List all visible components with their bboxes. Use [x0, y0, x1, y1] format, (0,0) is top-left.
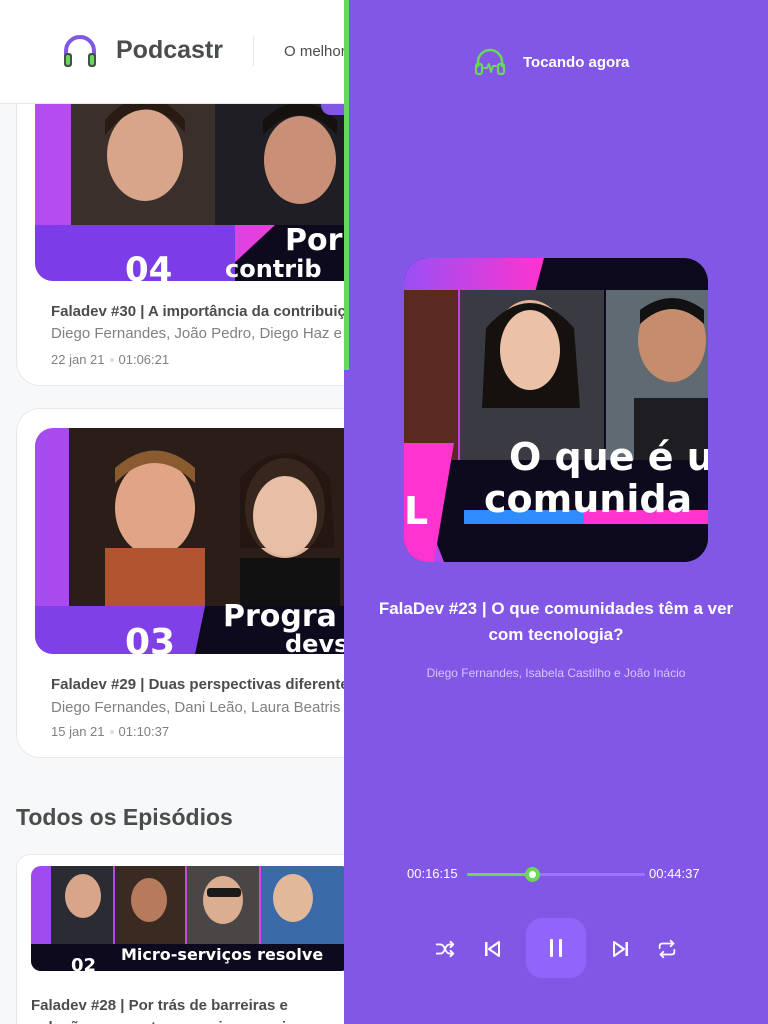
slider-handle[interactable]	[524, 867, 540, 882]
svg-text:03: 03	[125, 622, 175, 654]
player-controls	[344, 918, 768, 980]
episode-meta: 22 jan 21 01:06:21	[51, 352, 169, 367]
section-title: Todos os Episódios	[16, 804, 233, 830]
previous-icon	[485, 941, 500, 957]
episode-thumbnail[interactable]: Progra devs 03	[35, 428, 344, 654]
svg-text:Micro-serviços resolve: Micro-serviços resolve	[121, 945, 323, 964]
header-divider	[253, 36, 254, 66]
current-time: 00:16:15	[407, 866, 458, 881]
now-playing-members: Diego Fernandes, Isabela Castilho e João…	[426, 666, 686, 680]
separator-dot	[109, 729, 114, 734]
svg-text:L: L	[404, 489, 428, 533]
episode-title[interactable]: Faladev #28 | Por trás de barreiras e so…	[31, 995, 331, 1024]
episode-date: 22 jan 21	[51, 352, 105, 367]
episode-title[interactable]: Faladev #30 | A importância da contribui…	[51, 303, 344, 320]
total-duration: 00:44:37	[649, 866, 700, 881]
player-accent-bar	[344, 0, 349, 370]
shuffle-button[interactable]	[429, 933, 461, 965]
player-header: Tocando agora	[344, 44, 768, 80]
episode-title[interactable]: Faladev #29 | Duas perspectivas diferent…	[51, 676, 344, 693]
headphones-icon	[64, 35, 96, 67]
player-panel: Tocando agora O que é u comunida L FalaD…	[344, 0, 768, 1024]
episode-members: Diego Fernandes, João Pedro, Diego Haz e…	[51, 325, 344, 342]
headphones-playing-icon	[474, 48, 506, 76]
main-content[interactable]: Por contrib 04 Faladev #30 | A importânc…	[0, 104, 344, 1024]
svg-text:comunida: comunida	[484, 477, 692, 521]
previous-button[interactable]	[476, 933, 508, 965]
episode-thumbnail[interactable]: Por contrib 04	[35, 104, 344, 281]
episode-date: 15 jan 21	[51, 724, 105, 739]
app-header: Podcastr O melhor para você ouvir, sempr…	[0, 0, 510, 104]
svg-text:O que é u: O que é u	[509, 435, 708, 479]
latest-episode-card[interactable]: Por contrib 04 Faladev #30 | A importânc…	[16, 104, 344, 386]
episode-list-item[interactable]: Micro-serviços resolve 02 Faladev #28 | …	[16, 854, 344, 1024]
svg-text:Por: Por	[285, 223, 343, 258]
now-playing-title: FalaDev #23 | O que comunidades têm a ve…	[378, 599, 734, 644]
shuffle-icon	[435, 940, 455, 958]
episode-meta: 15 jan 21 01:10:37	[51, 724, 169, 739]
episode-duration: 01:10:37	[118, 724, 170, 739]
latest-episode-card[interactable]: Progra devs 03 Faladev #29 | Duas perspe…	[16, 408, 344, 758]
app-logo-text: Podcastr	[116, 36, 223, 64]
svg-text:Progra: Progra	[223, 599, 337, 634]
play-pause-button[interactable]	[526, 918, 586, 978]
progress-slider[interactable]	[467, 867, 645, 882]
repeat-icon	[658, 939, 676, 959]
repeat-button[interactable]	[651, 933, 683, 965]
svg-text:devs: devs	[285, 630, 344, 654]
progress-fill	[467, 873, 532, 876]
pause-icon	[550, 939, 562, 957]
episode-thumbnail[interactable]: Micro-serviços resolve 02	[31, 866, 344, 971]
svg-text:contrib: contrib	[225, 255, 322, 281]
player-cover: O que é u comunida L	[404, 258, 708, 562]
now-playing-label: Tocando agora	[523, 54, 630, 71]
episode-members: Diego Fernandes, Dani Leão, Laura Beatri…	[51, 699, 341, 716]
svg-text:02: 02	[71, 955, 96, 971]
episode-duration: 01:06:21	[118, 352, 170, 367]
svg-text:04: 04	[125, 250, 172, 281]
next-button[interactable]	[605, 933, 637, 965]
separator-dot	[109, 357, 114, 362]
next-icon	[613, 941, 628, 957]
